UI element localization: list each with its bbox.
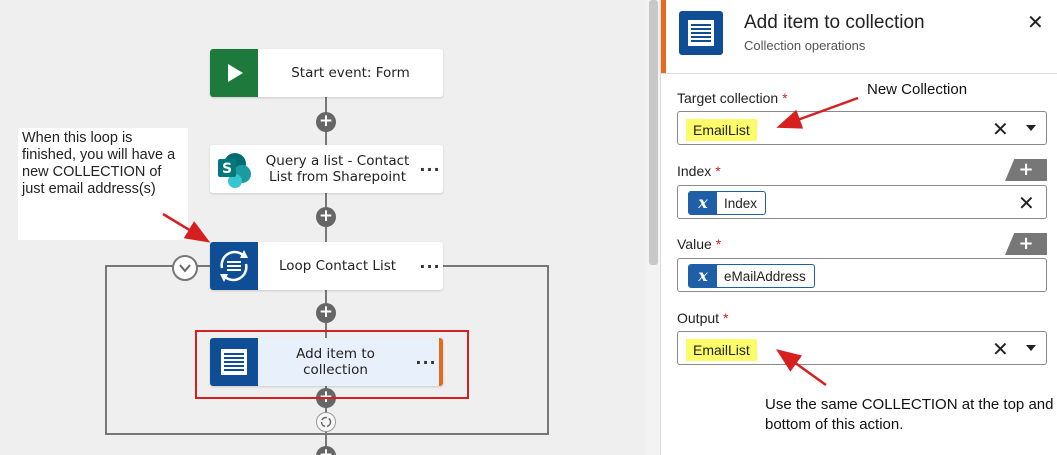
start-event-card[interactable]: Start event: Form	[210, 49, 443, 97]
panel-accent-bar	[661, 0, 666, 74]
close-icon[interactable]: ✕	[1027, 10, 1044, 34]
add-step-button[interactable]: +	[316, 112, 336, 132]
loop-icon	[210, 242, 258, 290]
panel-title: Add item to collection	[744, 12, 925, 33]
insert-variable-button[interactable]: +	[1005, 233, 1047, 255]
query-list-card[interactable]: S Query a list - Contact List from Share…	[210, 145, 443, 193]
sharepoint-icon: S	[210, 145, 258, 193]
svg-text:S: S	[222, 161, 232, 177]
loop-card[interactable]: Loop Contact List ···	[210, 242, 443, 290]
close-icon[interactable]: ✕	[992, 117, 1009, 141]
value-label: Value *	[677, 236, 721, 252]
close-icon[interactable]: ✕	[1018, 191, 1035, 215]
add-step-button[interactable]: +	[316, 303, 336, 323]
query-more-button[interactable]: ···	[417, 160, 443, 179]
plus-icon: +	[318, 445, 334, 455]
target-collection-select[interactable]: EmailList ✕	[677, 111, 1047, 145]
output-select[interactable]: EmailList ✕	[677, 331, 1047, 365]
canvas-scrollbar-thumb[interactable]	[649, 0, 658, 265]
collection-list-icon	[679, 11, 723, 55]
workflow-canvas: + + + + + Start event: Form S Query a li…	[0, 0, 660, 455]
annotation-highlight-box	[195, 330, 469, 399]
required-mark: *	[715, 236, 722, 252]
add-step-button[interactable]: +	[316, 446, 336, 455]
chevron-down-icon[interactable]	[1026, 125, 1036, 131]
value-variable-chip[interactable]: x eMailAddress	[688, 264, 815, 288]
target-collection-label-text: Target collection	[677, 90, 779, 106]
chevron-down-icon[interactable]	[1026, 345, 1036, 351]
variable-icon: x	[689, 192, 717, 214]
plus-icon: +	[318, 302, 334, 322]
close-icon[interactable]: ✕	[992, 337, 1009, 361]
value-input[interactable]: x eMailAddress	[677, 258, 1047, 292]
target-collection-value: EmailList	[686, 119, 757, 141]
insert-variable-button[interactable]: +	[1005, 159, 1047, 181]
index-label-text: Index	[677, 163, 712, 179]
output-label: Output *	[677, 310, 728, 326]
index-variable-chip[interactable]: x Index	[688, 191, 767, 215]
config-panel: Add item to collection Collection operat…	[660, 0, 1057, 455]
panel-subtitle: Collection operations	[744, 38, 866, 53]
panel-divider	[661, 73, 1057, 74]
add-step-button[interactable]: +	[316, 207, 336, 227]
variable-icon: x	[689, 265, 717, 287]
required-mark: *	[715, 163, 721, 179]
start-event-label: Start event: Form	[291, 65, 410, 81]
target-collection-label: Target collection *	[677, 90, 788, 106]
required-mark: *	[782, 90, 788, 106]
annotation-same-collection: Use the same COLLECTION at the top and b…	[765, 396, 1054, 433]
output-value: EmailList	[686, 339, 757, 361]
loop-label: Loop Contact List	[278, 258, 397, 274]
output-label-text: Output	[677, 310, 720, 326]
loop-end-icon	[316, 412, 336, 432]
query-list-label: Query a list - Contact List from Sharepo…	[265, 153, 410, 185]
plus-icon: +	[318, 111, 334, 131]
play-icon	[210, 49, 258, 97]
plus-icon: +	[318, 206, 334, 226]
index-input[interactable]: x Index ✕	[677, 185, 1047, 219]
value-variable-label: eMailAddress	[724, 268, 806, 284]
loop-more-button[interactable]: ···	[417, 257, 443, 276]
chevron-down-icon	[179, 264, 191, 273]
loop-collapse-button[interactable]	[172, 255, 198, 281]
plus-icon: +	[1018, 159, 1034, 180]
required-mark: *	[723, 310, 729, 326]
plus-icon: +	[1018, 233, 1034, 254]
annotation-note: When this loop is finished, you will hav…	[18, 128, 188, 240]
index-variable-label: Index	[724, 195, 758, 211]
annotation-new-collection: New Collection	[867, 81, 968, 98]
value-label-text: Value	[677, 236, 712, 252]
index-label: Index *	[677, 163, 721, 179]
